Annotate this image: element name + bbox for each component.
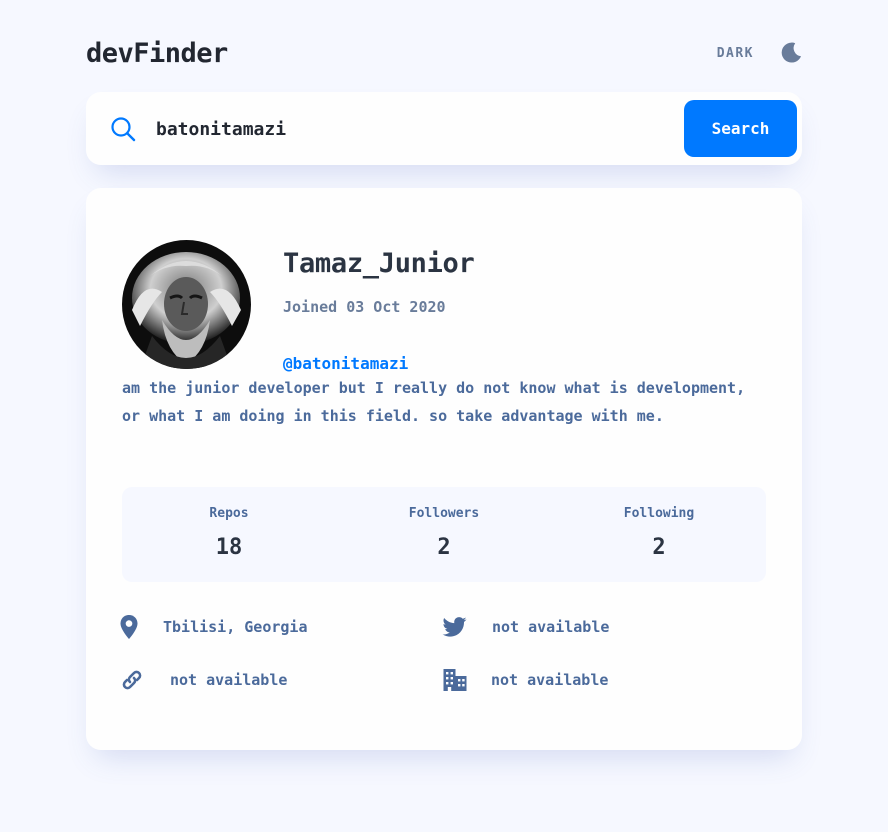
stat-followers: Followers 2 — [337, 487, 551, 582]
stat-followers-value: 2 — [437, 535, 451, 560]
location-text: Tbilisi, Georgia — [163, 618, 308, 636]
stats-panel: Repos 18 Followers 2 Following 2 — [122, 487, 766, 582]
stat-following-value: 2 — [652, 535, 666, 560]
profile-login-link[interactable]: @batonitamazi — [283, 354, 408, 373]
location-pin-icon — [120, 615, 138, 639]
avatar-image — [122, 240, 251, 369]
twitter-icon — [442, 617, 467, 637]
joined-date: Joined 03 Oct 2020 — [283, 298, 446, 316]
building-icon — [443, 669, 467, 691]
profile-card: Tamaz_Junior Joined 03 Oct 2020 @batonit… — [86, 188, 802, 750]
website-info[interactable]: not available — [120, 667, 287, 693]
theme-toggle-button[interactable]: DARK — [717, 42, 802, 64]
stat-repos: Repos 18 — [122, 487, 336, 582]
website-text: not available — [170, 671, 288, 689]
search-input[interactable] — [156, 110, 656, 148]
location-info: Tbilisi, Georgia — [120, 614, 308, 640]
search-button[interactable]: Search — [684, 100, 797, 157]
stat-repos-value: 18 — [215, 535, 243, 560]
stat-following-label: Following — [623, 506, 695, 521]
twitter-text: not available — [492, 618, 610, 636]
avatar — [122, 240, 251, 369]
search-bar: Search — [86, 92, 802, 165]
stat-followers-label: Followers — [408, 506, 480, 521]
profile-name: Tamaz_Junior — [283, 248, 475, 279]
header: devFinder DARK — [86, 38, 802, 74]
profile-bio: am the junior developer but I really do … — [122, 379, 746, 425]
app-logo: devFinder — [86, 38, 228, 69]
theme-toggle-label: DARK — [716, 45, 754, 61]
stat-following: Following 2 — [552, 487, 766, 582]
moon-icon — [781, 42, 801, 63]
company-info: not available — [443, 667, 608, 693]
company-text: not available — [491, 671, 609, 689]
link-icon — [122, 670, 142, 690]
twitter-info[interactable]: not available — [442, 614, 609, 640]
stat-repos-label: Repos — [209, 506, 249, 521]
search-icon — [111, 117, 136, 142]
